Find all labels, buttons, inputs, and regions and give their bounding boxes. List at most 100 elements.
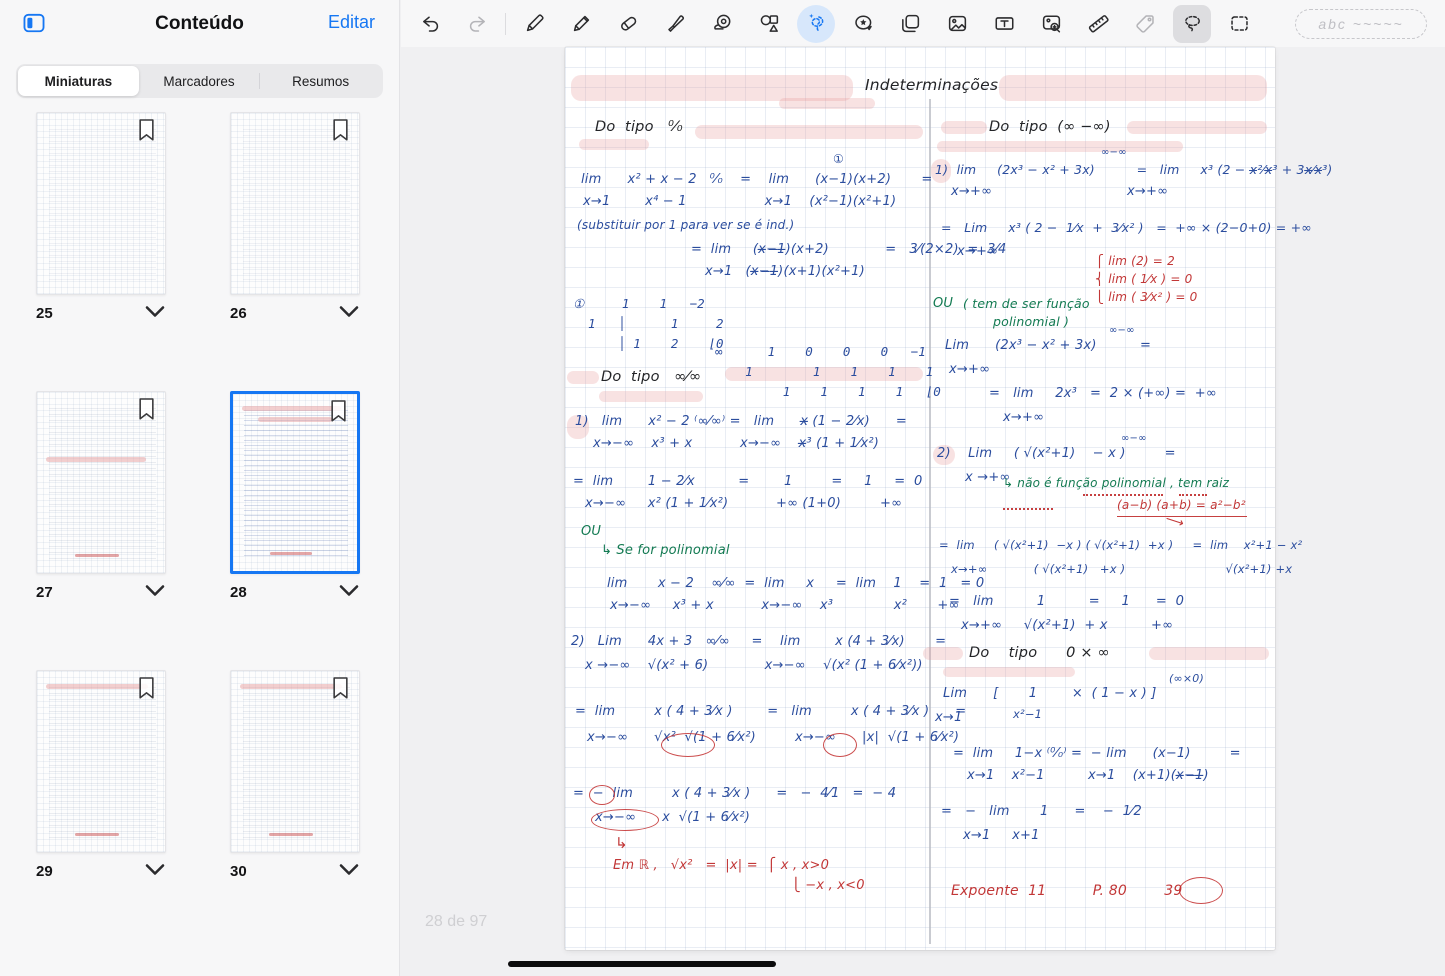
ink-line: 1 1 1 1 ⌊0 [715, 385, 941, 399]
ink-line: x→−∞ x³ + x x→−∞ x̶³ (1 + 1⁄x²) [593, 437, 879, 452]
page-number-label: 29 [36, 863, 53, 880]
ink-line: = Lim x³ ( 2 − 1⁄x + 3⁄x² ) = +∞ × (2−0+… [941, 221, 1312, 235]
undo-icon [419, 12, 442, 35]
highlighter-stroke [779, 98, 875, 109]
shapes-button[interactable] [750, 5, 788, 43]
bookmark-icon [137, 676, 156, 702]
ink-line: Expoente 11 P. 80 39 [951, 883, 1182, 899]
tab-resumos[interactable]: Resumos [260, 66, 381, 96]
smart-lasso-button[interactable] [797, 5, 835, 43]
redo-icon [466, 12, 489, 35]
page-thumbnail[interactable] [36, 391, 166, 574]
pages-icon [899, 12, 922, 35]
thumbnail-cell: 28 [230, 391, 360, 601]
ink-line: = lim 1−x ⁽⁰⁄₀⁾ = − lim (x−1) = [953, 747, 1241, 762]
chevron-down-icon[interactable] [144, 583, 166, 601]
thumbnail-cell: 30 [230, 670, 360, 880]
redo-button [458, 5, 496, 43]
highlighter-stroke [599, 391, 703, 402]
pen-button[interactable] [515, 5, 553, 43]
page-thumbnail[interactable] [36, 670, 166, 853]
tape-icon [711, 12, 734, 35]
home-indicator[interactable] [508, 961, 776, 967]
sticker-button[interactable] [844, 5, 882, 43]
ink-line: x→+∞ [949, 363, 990, 378]
ink-line: x→1 x⁴ − 1 x→1 (x²−1)(x²+1) [583, 195, 896, 210]
ink-line: x→−∞ √x² √(1 + 6⁄x²) x→−∞ |x| √(1 + 6⁄x²… [587, 731, 959, 746]
highlighter-stroke [567, 371, 599, 384]
page-number-label: 26 [230, 305, 247, 322]
chevron-down-icon[interactable] [338, 304, 360, 322]
view-tabs: MiniaturasMarcadoresResumos [16, 64, 383, 98]
ink-line: Do tipo ⁰⁄₀ [595, 119, 683, 136]
tab-marcadores[interactable]: Marcadores [139, 66, 260, 96]
pencil-button[interactable] [562, 5, 600, 43]
page-thumbnail[interactable] [230, 391, 360, 574]
ink-line: 2) Lim ( √(x²+1) − x ) = [937, 447, 1176, 462]
ink-line: ⎧ lim (2) = 2 [1095, 255, 1175, 269]
red-circle-annotation [591, 809, 659, 831]
ink-line: 1) lim (2x³ − x² + 3x) = lim x³ (2 − x̶²… [935, 163, 1332, 177]
ink-line: = − lim x ( 4 + 3⁄x ) = − 4⁄1 = − 4 [573, 787, 896, 802]
ink-line: x→1 [935, 711, 962, 726]
thumbnail-red-ink-mark [75, 833, 119, 836]
ink-line: x→+∞ [1127, 185, 1168, 200]
thumbnail-content-preview [49, 129, 157, 283]
image-button[interactable] [938, 5, 976, 43]
text-box-button[interactable] [985, 5, 1023, 43]
tab-miniaturas[interactable]: Miniaturas [18, 66, 139, 96]
undo-button[interactable] [411, 5, 449, 43]
ink-line: x→1 x²−1 x→1 (x+1)(x̶−̶1̶) [967, 769, 1209, 784]
chevron-down-icon[interactable] [338, 862, 360, 880]
marquee-icon [1228, 12, 1251, 35]
eraser-button[interactable] [609, 5, 647, 43]
thumbnail-footer: 29 [36, 862, 166, 880]
page-number-label: 28 [230, 584, 247, 601]
sidebar-toggle-button[interactable] [20, 10, 48, 36]
ink-line: ↳ não é função polinomial , tem raiz [1003, 477, 1229, 491]
ink-line: x→−∞ x³ + x x→−∞ x³ x² +∞ [610, 599, 960, 614]
pointer-tag-button [1126, 5, 1164, 43]
red-underline [1117, 515, 1247, 517]
ink-line: x²−1 [1013, 708, 1042, 721]
red-dotted-underline [1179, 494, 1207, 496]
page-thumbnail[interactable] [230, 112, 360, 295]
tape-button[interactable] [703, 5, 741, 43]
bookmark-icon [331, 676, 350, 702]
highlighter-stroke [1149, 647, 1269, 660]
chevron-down-icon[interactable] [144, 304, 166, 322]
edit-button[interactable]: Editar [328, 12, 375, 33]
bookmark-icon [137, 118, 156, 144]
ink-line: (∞×0) [1169, 673, 1204, 686]
sidebar-header: Conteúdo Editar [0, 0, 399, 48]
ink-line: x→1 x+1 [963, 829, 1040, 844]
highlighter-icon [664, 12, 687, 35]
ink-line: 1) lim x² − 2 ⁽∞⁄∞⁾ = lim x̶ (1 − 2⁄x) = [575, 415, 907, 430]
red-circle-annotation [823, 733, 857, 757]
thumbnail-content-preview [244, 410, 348, 560]
ink-line: lim x − 2 ∞⁄∞ = lim x = lim 1 = 1 = 0 [607, 577, 984, 592]
image-search-button[interactable] [1032, 5, 1070, 43]
ink-line: = lim ( √(x²+1) −x ) ( √(x²+1) +x ) = li… [939, 539, 1302, 552]
chevron-down-icon[interactable] [338, 583, 360, 601]
ink-line: 1 │ 1 2 [573, 317, 724, 331]
ink-line: ∞−∞ [1109, 325, 1135, 337]
page-thumbnail[interactable] [36, 112, 166, 295]
pages-button[interactable] [891, 5, 929, 43]
highlighter-button[interactable] [656, 5, 694, 43]
image-search-icon [1040, 12, 1063, 35]
highlighter-stroke [1127, 121, 1267, 134]
thumbnail-highlight-band [242, 406, 341, 411]
ink-line: ∞−∞ [1121, 433, 1147, 445]
chevron-down-icon[interactable] [144, 862, 166, 880]
ruler-button[interactable] [1079, 5, 1117, 43]
page-number-label: 30 [230, 863, 247, 880]
notebook-page[interactable]: IndeterminaçõesDo tipo ⁰⁄₀Do tipo (∞ −∞)… [565, 47, 1275, 950]
marquee-button[interactable] [1220, 5, 1258, 43]
lasso-icon [1181, 12, 1204, 35]
ruler-icon [1087, 12, 1110, 35]
ink-line: ↳ Se for polinomial [601, 544, 730, 559]
page-thumbnail[interactable] [230, 670, 360, 853]
lasso-button[interactable] [1173, 5, 1211, 43]
red-dotted-underline [1083, 494, 1163, 496]
